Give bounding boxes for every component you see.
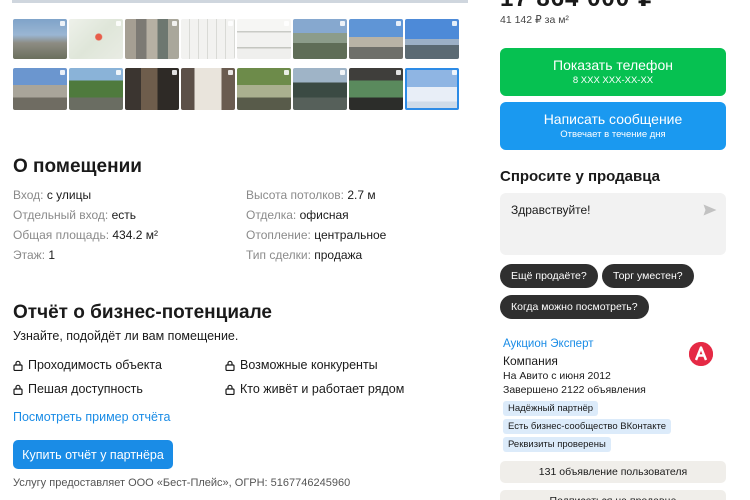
report-section-title: Отчёт о бизнес-потенциале	[13, 302, 272, 323]
lock-icon	[225, 360, 235, 371]
seller-completed: Завершено 2122 объявления	[503, 384, 646, 396]
provider-note: Услугу предоставляет ООО «Бест-Плейс», О…	[13, 477, 351, 489]
report-feature-foot-traffic: Проходимость объекта	[13, 358, 162, 372]
photo-thumbnail-selected[interactable]	[405, 68, 459, 110]
seller-listings-button[interactable]: 131 объявление пользователя	[500, 461, 726, 483]
photo-thumbnail[interactable]	[293, 68, 347, 110]
ask-seller-title: Спросите у продавца	[500, 168, 660, 185]
thumbnail-row-2	[13, 68, 463, 110]
photo-thumbnail[interactable]	[237, 68, 291, 110]
ask-seller-input[interactable]: Здравствуйте!	[500, 193, 726, 255]
report-subtitle: Узнайте, подойдёт ли вам помещение.	[13, 329, 239, 343]
show-phone-button[interactable]: Показать телефон 8 XXX XXX-XX-XX	[500, 48, 726, 96]
spec-ceiling-height: Высота потолков: 2.7 м	[246, 188, 376, 202]
seller-since: На Авито с июня 2012	[503, 370, 611, 382]
seller-name-link[interactable]: Аукцион Эксперт	[503, 338, 593, 350]
photo-thumbnails	[13, 19, 463, 119]
lock-icon	[13, 384, 23, 395]
badge-vk-community: Есть бизнес-сообщество ВКонтакте	[503, 419, 672, 434]
photo-thumbnail[interactable]	[405, 19, 459, 59]
send-icon[interactable]	[703, 204, 717, 216]
price-per-m2: 41 142 ₽ за м²	[500, 14, 569, 26]
quick-question-bargain[interactable]: Торг уместен?	[602, 264, 694, 288]
write-message-label: Написать сообщение	[543, 111, 683, 127]
buy-report-button[interactable]: Купить отчёт у партнёра	[13, 440, 173, 469]
spec-heating: Отопление: центральное	[246, 228, 387, 242]
photo-thumbnail[interactable]	[125, 68, 179, 110]
photo-thumbnail[interactable]	[181, 68, 235, 110]
photo-thumbnail[interactable]	[13, 68, 67, 110]
photo-thumbnail[interactable]	[349, 68, 403, 110]
ask-input-value: Здравствуйте!	[511, 203, 591, 217]
spec-total-area: Общая площадь: 434.2 м²	[13, 228, 158, 242]
photo-thumbnail[interactable]	[293, 19, 347, 59]
floor-plan-thumbnail[interactable]	[237, 19, 291, 59]
spec-separate-entrance: Отдельный вход: есть	[13, 208, 137, 222]
thumbnail-row-1	[13, 19, 463, 59]
price-total: 17 864 000 ₽	[500, 0, 655, 13]
spec-deal-type: Тип сделки: продажа	[246, 248, 363, 262]
quick-question-viewing[interactable]: Когда можно посмотреть?	[500, 295, 649, 319]
phone-masked: 8 XXX XXX-XX-XX	[572, 75, 654, 86]
quick-question-still-selling[interactable]: Ещё продаёте?	[500, 264, 598, 288]
subscribe-seller-button[interactable]: Подписаться на продавца	[500, 490, 726, 500]
about-section-title: О помещении	[13, 156, 142, 177]
gallery-main-photo-edge[interactable]	[12, 0, 468, 3]
photo-thumbnail[interactable]	[349, 19, 403, 59]
show-phone-label: Показать телефон	[553, 57, 673, 73]
map-thumbnail[interactable]	[69, 19, 123, 59]
lock-icon	[13, 360, 23, 371]
spec-floor: Этаж: 1	[13, 248, 56, 262]
photo-thumbnail[interactable]	[13, 19, 67, 59]
reply-time: Отвечает в течение дня	[560, 129, 666, 140]
badge-verified-details: Реквизиты проверены	[503, 437, 611, 452]
write-message-button[interactable]: Написать сообщение Отвечает в течение дн…	[500, 102, 726, 150]
floor-plan-thumbnail[interactable]	[181, 19, 235, 59]
report-feature-residents: Кто живёт и работает рядом	[225, 382, 404, 396]
photo-thumbnail[interactable]	[125, 19, 179, 59]
sample-report-link[interactable]: Посмотреть пример отчёта	[13, 410, 170, 424]
lock-icon	[225, 384, 235, 395]
photo-thumbnail[interactable]	[69, 68, 123, 110]
spec-entrance: Вход: с улицы	[13, 188, 92, 202]
badge-trusted-partner: Надёжный партнёр	[503, 401, 599, 416]
spec-finish: Отделка: офисная	[246, 208, 349, 222]
report-feature-competitors: Возможные конкуренты	[225, 358, 378, 372]
seller-logo[interactable]	[689, 342, 713, 366]
report-feature-walkability: Пешая доступность	[13, 382, 143, 396]
seller-type: Компания	[503, 354, 558, 368]
